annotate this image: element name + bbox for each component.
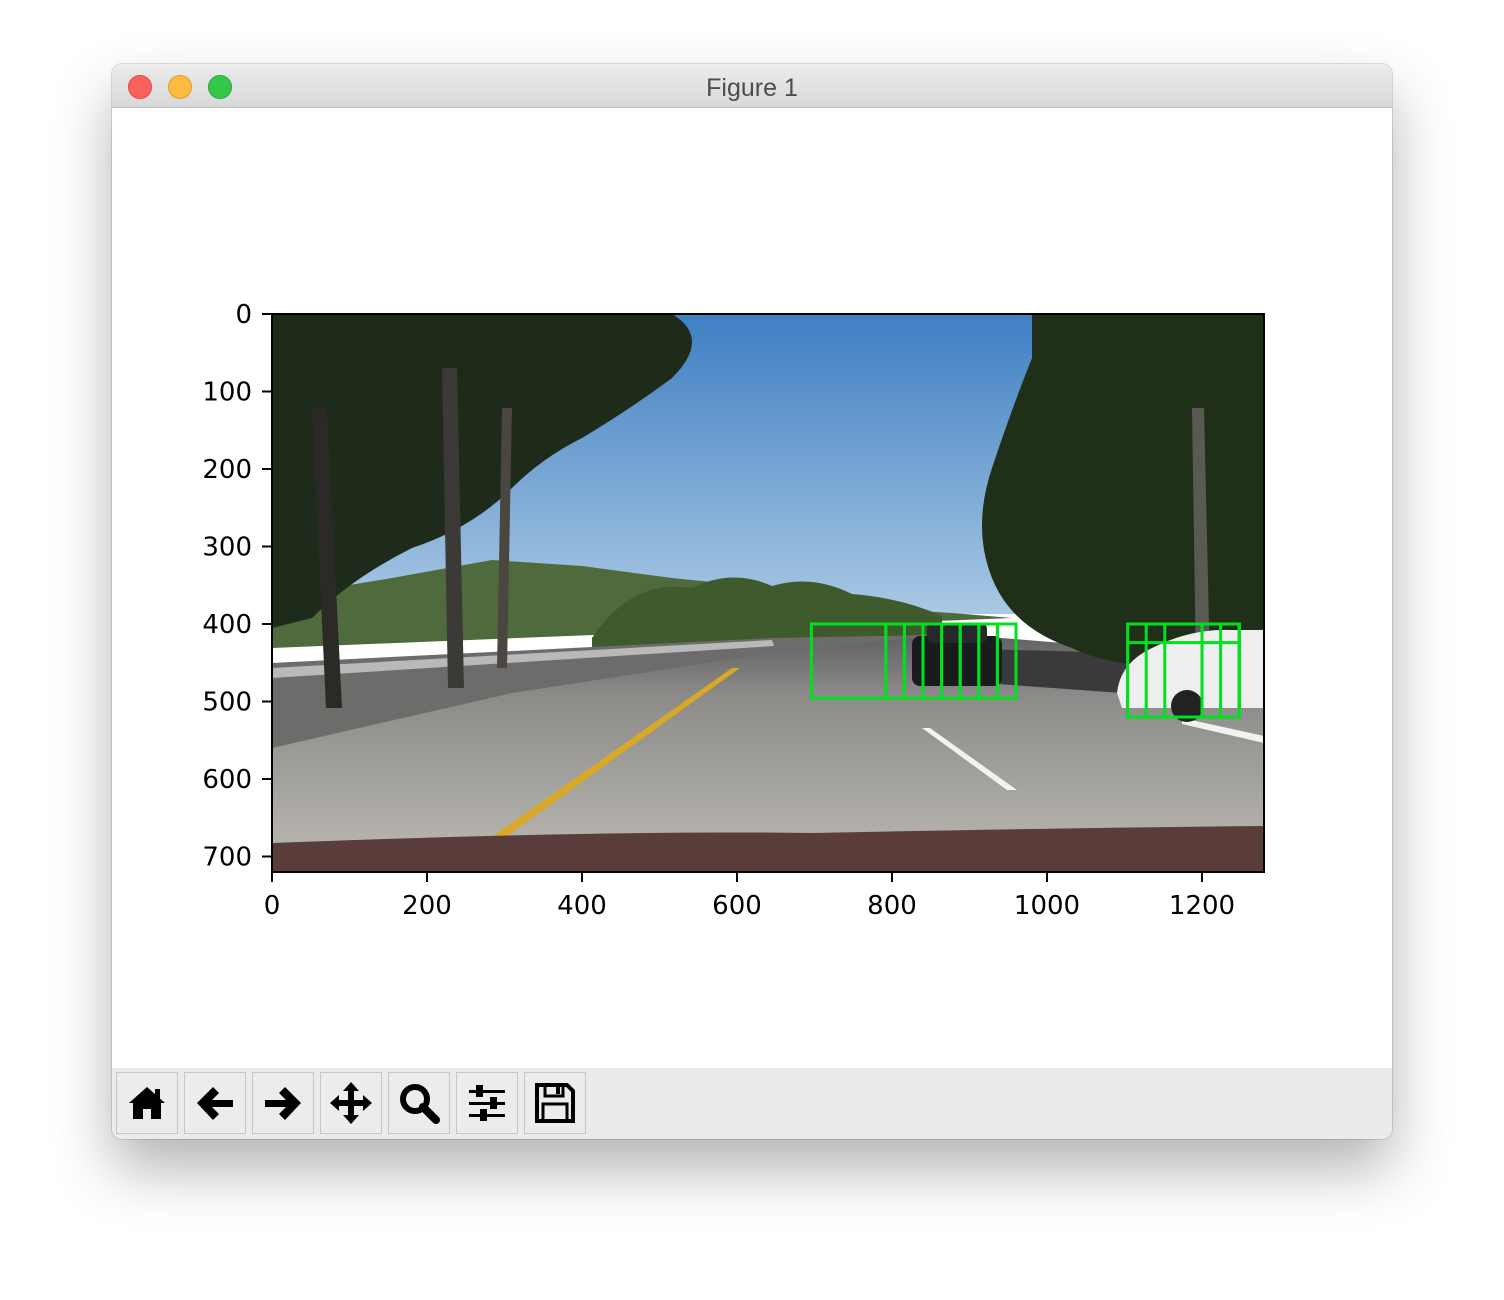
move-icon — [330, 1082, 372, 1124]
x-axis: 0 200 400 600 800 1000 1200 — [264, 872, 1235, 921]
sliders-icon — [469, 1085, 505, 1121]
plot[interactable]: 0 200 400 600 800 1000 1200 0 100 200 300 400 500 60… — [112, 108, 1392, 1068]
x-tick-label: 1200 — [1169, 891, 1235, 921]
title-bar[interactable]: Figure 1 — [112, 64, 1392, 108]
figure-window: Figure 1 0 200 400 600 800 1000 1200 0 1… — [112, 64, 1392, 1139]
x-tick-label: 200 — [402, 891, 452, 921]
save-button[interactable] — [524, 1072, 586, 1134]
x-tick-label: 0 — [264, 891, 281, 921]
navigation-toolbar — [112, 1068, 1392, 1139]
floppy-disk-icon — [535, 1083, 575, 1123]
y-tick-label: 600 — [202, 765, 252, 795]
zoom-button[interactable] — [388, 1072, 450, 1134]
arrow-left-icon — [197, 1087, 233, 1120]
back-button[interactable] — [184, 1072, 246, 1134]
home-icon — [129, 1087, 165, 1119]
y-tick-label: 300 — [202, 533, 252, 563]
y-tick-label: 0 — [235, 300, 252, 330]
y-tick-label: 700 — [202, 843, 252, 873]
y-tick-label: 100 — [202, 378, 252, 408]
y-tick-label: 500 — [202, 688, 252, 718]
figure-canvas[interactable]: 0 200 400 600 800 1000 1200 0 100 200 300 400 500 60… — [112, 108, 1392, 1068]
x-tick-label: 400 — [557, 891, 607, 921]
road-photo — [272, 314, 1264, 872]
window-title: Figure 1 — [706, 74, 798, 102]
x-tick-label: 600 — [712, 891, 762, 921]
pan-button[interactable] — [320, 1072, 382, 1134]
magnifier-icon — [400, 1084, 440, 1124]
y-axis: 0 100 200 300 400 500 600 700 — [202, 300, 272, 873]
x-tick-label: 1000 — [1014, 891, 1080, 921]
y-tick-label: 200 — [202, 455, 252, 485]
arrow-right-icon — [265, 1087, 301, 1120]
x-tick-label: 800 — [867, 891, 917, 921]
home-button[interactable] — [116, 1072, 178, 1134]
forward-button[interactable] — [252, 1072, 314, 1134]
y-tick-label: 400 — [202, 610, 252, 640]
configure-subplots-button[interactable] — [456, 1072, 518, 1134]
